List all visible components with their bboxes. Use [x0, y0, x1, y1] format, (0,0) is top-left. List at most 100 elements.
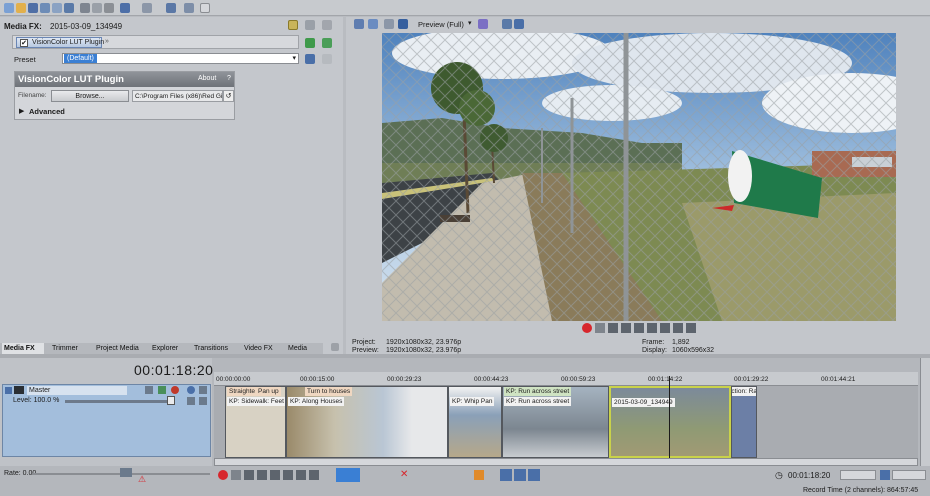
mute-icon[interactable] [187, 386, 195, 394]
record-icon[interactable] [218, 470, 228, 480]
undo-icon[interactable] [120, 3, 130, 13]
go-to-end-icon[interactable] [673, 323, 683, 333]
lut-path-field[interactable]: C:\Program Files (x86)\Red Gir [132, 90, 223, 102]
help-button[interactable]: ? [227, 75, 231, 82]
external-monitor-icon[interactable] [368, 19, 378, 29]
ruler-tick: 00:00:29:23 [387, 376, 422, 383]
stop-icon[interactable] [283, 470, 293, 480]
delete-preset-icon[interactable] [322, 54, 332, 64]
play-icon[interactable] [257, 470, 267, 480]
save-snapshot-icon[interactable] [514, 19, 524, 29]
horizontal-scrollbar[interactable] [214, 458, 918, 466]
track-motion-icon[interactable] [145, 386, 153, 394]
stop-icon[interactable] [647, 323, 657, 333]
lock-envelopes-icon[interactable] [528, 469, 540, 481]
advanced-section[interactable]: Advanced [29, 107, 65, 116]
record-icon[interactable] [582, 323, 592, 333]
marker-icon[interactable] [474, 470, 484, 480]
copy-snapshot-icon[interactable] [502, 19, 512, 29]
rate-slider-thumb[interactable] [120, 468, 132, 477]
timeline-timecode[interactable]: 00:01:18:20 [134, 362, 213, 378]
tab-explorer[interactable]: Explorer [150, 343, 180, 354]
split-screen-icon[interactable] [305, 20, 315, 30]
overlays-icon[interactable] [478, 19, 488, 29]
cut-icon[interactable] [80, 3, 90, 13]
enable-snapping-icon[interactable] [166, 3, 176, 13]
clip-whip-pan[interactable]: KP: Whip Pan [448, 386, 502, 458]
go-to-start-icon[interactable] [296, 470, 306, 480]
add-plugin-icon[interactable] [305, 38, 315, 48]
delete-icon[interactable]: ✕ [400, 470, 410, 480]
pause-icon[interactable] [270, 470, 280, 480]
play-icon[interactable] [621, 323, 631, 333]
media-icon[interactable] [64, 3, 74, 13]
new-project-icon[interactable] [4, 3, 14, 13]
clip-along-houses[interactable]: Turn to houses KP: Along Houses [286, 386, 448, 458]
plugin-chip-arrow[interactable]: » [105, 38, 109, 45]
split-screen-view-icon[interactable] [398, 19, 408, 29]
properties-icon[interactable] [52, 3, 62, 13]
vertical-zoom-scrollbar[interactable] [920, 358, 930, 466]
envelope-icon[interactable] [199, 397, 207, 405]
help-icon[interactable] [200, 3, 210, 13]
play-from-start-icon[interactable] [244, 470, 254, 480]
preview-properties-icon[interactable] [354, 19, 364, 29]
normal-edit-tool-icon[interactable] [336, 468, 360, 482]
copy-icon[interactable] [92, 3, 102, 13]
tab-media-fx[interactable]: Media FX [2, 343, 44, 354]
preview-quality-dropdown[interactable]: Preview (Full) [418, 20, 464, 29]
reset-icon[interactable]: ↺ [223, 90, 234, 102]
expand-triangle-icon[interactable]: ▶ [19, 107, 24, 115]
tab-project-media[interactable]: Project Media [94, 343, 141, 354]
snapping-icon[interactable] [500, 469, 512, 481]
prev-frame-icon[interactable] [686, 323, 696, 333]
pause-icon[interactable] [634, 323, 644, 333]
redo-icon[interactable] [142, 3, 152, 13]
clip-2015-03-09[interactable]: 2015-03-09_134949 [609, 386, 731, 458]
loop-playback-icon[interactable] [595, 323, 605, 333]
plugin-chain-icon[interactable] [288, 20, 298, 30]
tab-close-icon[interactable] [331, 343, 339, 351]
tab-media-generators[interactable]: Media Gen [286, 343, 323, 354]
playhead-cursor[interactable] [669, 376, 670, 458]
paste-icon[interactable] [104, 3, 114, 13]
plugin-chip[interactable]: ✔ VisionColor LUT Plugin [16, 37, 104, 48]
level-slider[interactable] [65, 400, 175, 403]
tab-video-fx[interactable]: Video FX [242, 343, 275, 354]
clip-run-across-street[interactable]: KP: Run across street KP: Run across str… [502, 386, 609, 458]
remove-plugin-icon[interactable] [322, 38, 332, 48]
selection-length-field[interactable] [840, 470, 876, 480]
render-icon[interactable] [40, 3, 50, 13]
play-from-start-icon[interactable] [608, 323, 618, 333]
track-expand-icon[interactable] [5, 387, 12, 394]
tab-transitions[interactable]: Transitions [192, 343, 230, 354]
cursor-position-timecode[interactable]: 00:01:18:20 [788, 471, 830, 480]
save-icon[interactable] [28, 3, 38, 13]
close-fx-icon[interactable] [322, 20, 332, 30]
go-to-end-icon[interactable] [309, 470, 319, 480]
chevron-down-icon[interactable]: ▾ [468, 19, 472, 27]
clip-side-construction[interactable]: Side: Construction: Rae [731, 386, 757, 458]
preset-dropdown[interactable]: (Default) ▾ [62, 53, 299, 64]
solo-icon[interactable] [199, 386, 207, 394]
master-track-header[interactable]: Master Level: 100.0 % [2, 384, 211, 457]
automation-icon[interactable] [187, 397, 195, 405]
about-button[interactable]: About [198, 75, 216, 82]
compositing-mode-icon[interactable] [171, 386, 179, 394]
plugin-enabled-checkbox[interactable]: ✔ [20, 39, 28, 47]
track-fx-icon[interactable] [158, 386, 166, 394]
open-folder-icon[interactable] [16, 3, 26, 13]
save-preset-icon[interactable] [305, 54, 315, 64]
tab-trimmer[interactable]: Trimmer [50, 343, 80, 354]
browse-button[interactable]: Browse... [51, 90, 129, 102]
auto-ripple-icon[interactable] [514, 469, 526, 481]
track-name[interactable]: Master [27, 386, 127, 395]
timeline-ruler[interactable]: 00:00:00:00 00:00:15:00 00:00:29:23 00:0… [214, 372, 918, 386]
level-slider-thumb[interactable] [167, 396, 175, 405]
plugin-title: VisionColor LUT Plugin [18, 74, 124, 85]
video-fx-icon[interactable] [384, 19, 394, 29]
go-to-start-icon[interactable] [660, 323, 670, 333]
loop-playback-icon[interactable] [231, 470, 241, 480]
selection-tool-icon[interactable] [184, 3, 194, 13]
clip-sidewalk[interactable]: Straighte Pan up KP: Sidewalk: Feet V [225, 386, 286, 458]
